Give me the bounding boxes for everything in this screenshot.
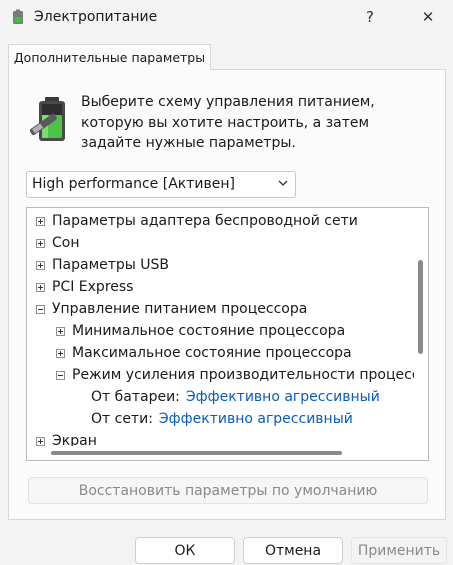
tree-item-label: Максимальное состояние процессора xyxy=(72,345,352,361)
description-text: Выберите схему управления питанием, кото… xyxy=(81,94,375,151)
help-icon: ? xyxy=(366,8,374,26)
expand-toggle[interactable] xyxy=(36,260,45,270)
tree-item-sleep[interactable]: Сон xyxy=(36,232,80,254)
plugged-in-value[interactable]: Эффективно агрессивный xyxy=(159,411,353,427)
expand-toggle[interactable] xyxy=(36,436,45,446)
restore-defaults-button[interactable]: Восстановить параметры по умолчанию xyxy=(28,477,428,504)
tree-item-label: Параметры USB xyxy=(52,257,170,273)
tree-item-label: От батареи: xyxy=(91,389,180,405)
apply-button[interactable]: Применить xyxy=(351,537,447,564)
on-battery-value[interactable]: Эффективно агрессивный xyxy=(186,389,380,405)
horizontal-scrollbar[interactable] xyxy=(27,446,428,460)
cancel-button[interactable]: Отмена xyxy=(243,537,343,564)
window-title: Электропитание xyxy=(34,9,158,25)
tree-item-label: Режим усиления производительности процес… xyxy=(72,367,429,383)
power-plan-select[interactable]: High performance [Активен] xyxy=(26,171,296,198)
expand-toggle[interactable] xyxy=(36,216,45,226)
tab-advanced-settings[interactable]: Дополнительные параметры xyxy=(8,44,211,70)
settings-tree[interactable]: Параметры адаптера беспроводной сети Сон… xyxy=(26,207,429,461)
chevron-down-icon xyxy=(278,180,288,186)
vertical-scroll-thumb[interactable] xyxy=(418,260,423,354)
horizontal-scroll-thumb[interactable] xyxy=(51,451,342,455)
help-button[interactable]: ? xyxy=(352,4,388,30)
tree-item-label: От сети: xyxy=(91,411,153,427)
tree-item-on-battery[interactable]: От батареи: Эффективно агрессивный xyxy=(91,386,380,408)
ok-button[interactable]: ОК xyxy=(135,537,235,564)
tree-item-label: Управление питанием процессора xyxy=(52,301,308,317)
tree-item-wireless-adapter[interactable]: Параметры адаптера беспроводной сети xyxy=(36,210,358,232)
tree-item-plugged-in[interactable]: От сети: Эффективно агрессивный xyxy=(91,408,353,430)
tree-item-label: PCI Express xyxy=(52,279,134,295)
tree-item-processor-power[interactable]: Управление питанием процессора xyxy=(36,298,307,320)
tree-item-min-processor-state[interactable]: Минимальное состояние процессора xyxy=(56,320,345,342)
vertical-scrollbar[interactable] xyxy=(414,208,428,448)
tree-item-label: Параметры адаптера беспроводной сети xyxy=(52,213,358,229)
close-icon: ✕ xyxy=(421,8,435,26)
close-button[interactable]: ✕ xyxy=(410,4,446,30)
tree-item-pci-express[interactable]: PCI Express xyxy=(36,276,133,298)
power-plan-value: High performance [Активен] xyxy=(32,176,235,192)
tree-item-label: Минимальное состояние процессора xyxy=(72,323,346,339)
expand-toggle[interactable] xyxy=(56,326,65,336)
tree-item-boost-mode[interactable]: Режим усиления производительности процес… xyxy=(56,364,429,386)
battery-settings-icon xyxy=(30,97,65,141)
power-options-icon xyxy=(13,9,23,24)
title-bar: Электропитание ? ✕ xyxy=(0,0,453,34)
tab-label: Дополнительные параметры xyxy=(13,50,206,65)
expand-toggle[interactable] xyxy=(36,238,45,248)
tree-item-usb[interactable]: Параметры USB xyxy=(36,254,169,276)
expand-toggle[interactable] xyxy=(56,348,65,358)
tree-item-max-processor-state[interactable]: Максимальное состояние процессора xyxy=(56,342,352,364)
collapse-toggle[interactable] xyxy=(56,370,65,380)
expand-toggle[interactable] xyxy=(36,282,45,292)
tree-item-label: Сон xyxy=(52,235,80,251)
collapse-toggle[interactable] xyxy=(36,304,45,314)
